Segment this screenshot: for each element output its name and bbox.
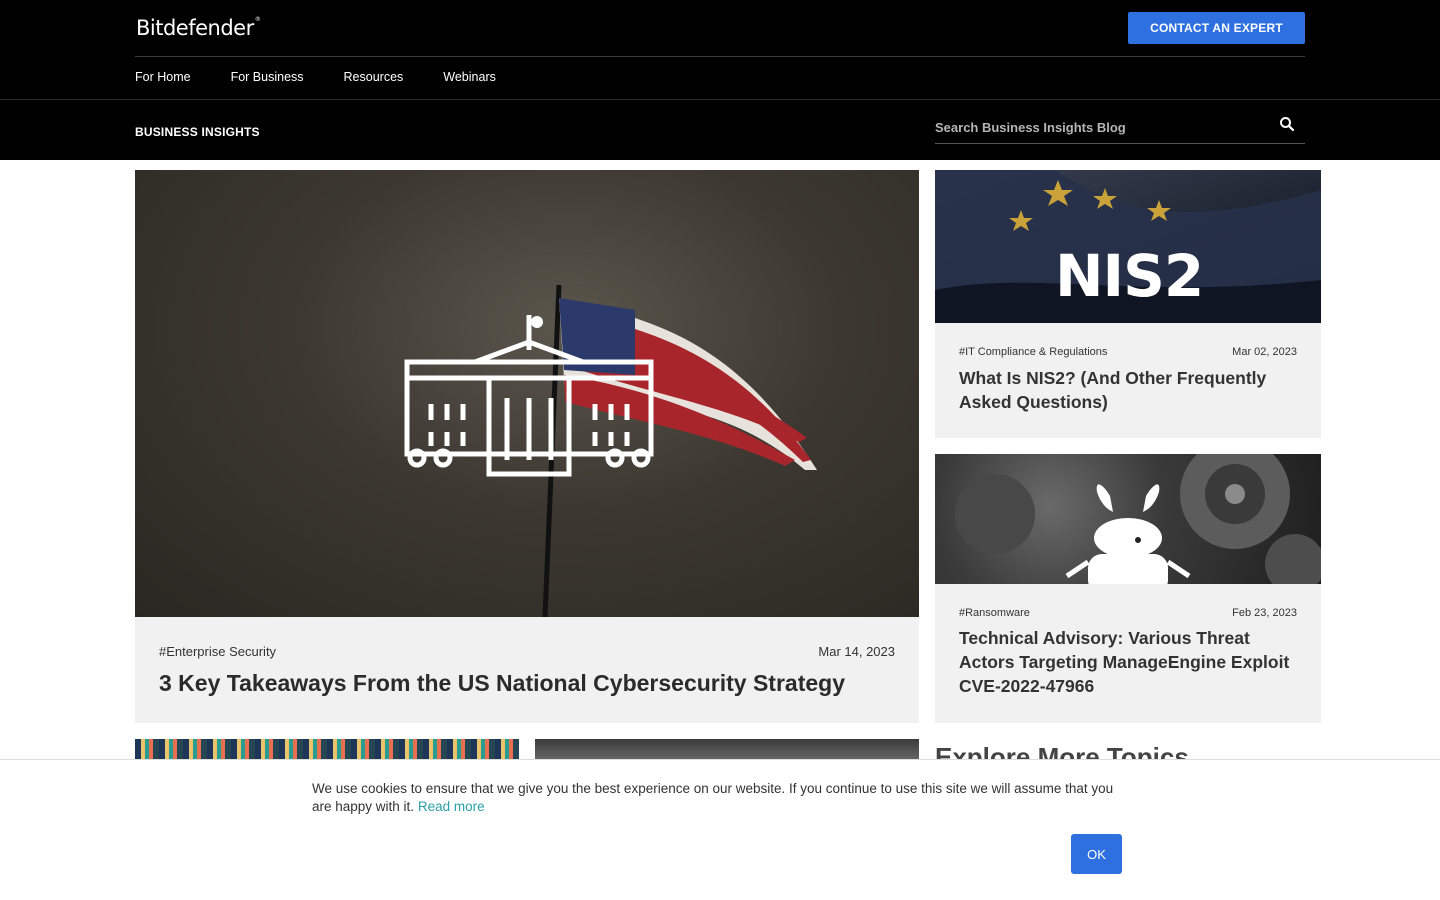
registered-mark: ® [254, 16, 261, 23]
card-image[interactable]: NIS2 [935, 170, 1321, 323]
card-meta: #IT Compliance & Regulations Mar 02, 202… [959, 346, 1297, 358]
search-icon[interactable] [1279, 116, 1295, 132]
read-more-link[interactable]: Read more [418, 799, 485, 814]
article-tag[interactable]: #Ransomware [959, 607, 1030, 619]
cookie-message: We use cookies to ensure that we give yo… [312, 780, 1132, 816]
article-date: Feb 23, 2023 [1232, 607, 1297, 619]
contact-expert-button[interactable]: CONTACT AN EXPERT [1128, 12, 1305, 44]
featured-article[interactable]: #Enterprise Security Mar 14, 2023 3 Key … [135, 170, 919, 723]
article-card[interactable]: NIS2 #IT Compliance & Regulations Mar 02… [935, 170, 1321, 438]
featured-meta: #Enterprise Security Mar 14, 2023 [159, 644, 895, 659]
card-meta: #Ransomware Feb 23, 2023 [959, 607, 1297, 619]
article-date: Mar 14, 2023 [818, 644, 895, 659]
bug-icon [1065, 484, 1191, 584]
nav-resources[interactable]: Resources [344, 70, 404, 84]
main-nav: For Home For Business Resources Webinars [135, 70, 496, 84]
us-flag-illustration [559, 298, 817, 470]
card-image-text: NIS2 [1055, 242, 1204, 310]
card-image[interactable] [935, 454, 1321, 584]
logo-text: Bitdefender [136, 16, 254, 40]
search-box [935, 112, 1305, 144]
article-tag[interactable]: #IT Compliance & Regulations [959, 346, 1107, 358]
card-title[interactable]: What Is NIS2? (And Other Frequently Aske… [959, 366, 1297, 414]
cookie-ok-button[interactable]: OK [1071, 834, 1122, 874]
featured-title[interactable]: 3 Key Takeaways From the US National Cyb… [159, 670, 899, 697]
article-date: Mar 02, 2023 [1232, 346, 1297, 358]
section-title[interactable]: BUSINESS INSIGHTS [135, 125, 260, 139]
search-input[interactable] [935, 116, 1265, 138]
article-card[interactable]: #Ransomware Feb 23, 2023 Technical Advis… [935, 454, 1321, 723]
nav-webinars[interactable]: Webinars [443, 70, 496, 84]
header-divider [135, 56, 1305, 57]
top-header: Bitdefender® CONTACT AN EXPERT For Home … [0, 0, 1440, 100]
blog-subheader: BUSINESS INSIGHTS [0, 100, 1440, 160]
article-tag[interactable]: #Enterprise Security [159, 644, 276, 659]
nav-for-business[interactable]: For Business [231, 70, 304, 84]
nav-for-home[interactable]: For Home [135, 70, 191, 84]
featured-image[interactable] [135, 170, 919, 617]
bitdefender-logo[interactable]: Bitdefender® [136, 16, 261, 40]
cookie-banner: We use cookies to ensure that we give yo… [0, 759, 1440, 900]
card-title[interactable]: Technical Advisory: Various Threat Actor… [959, 626, 1297, 698]
